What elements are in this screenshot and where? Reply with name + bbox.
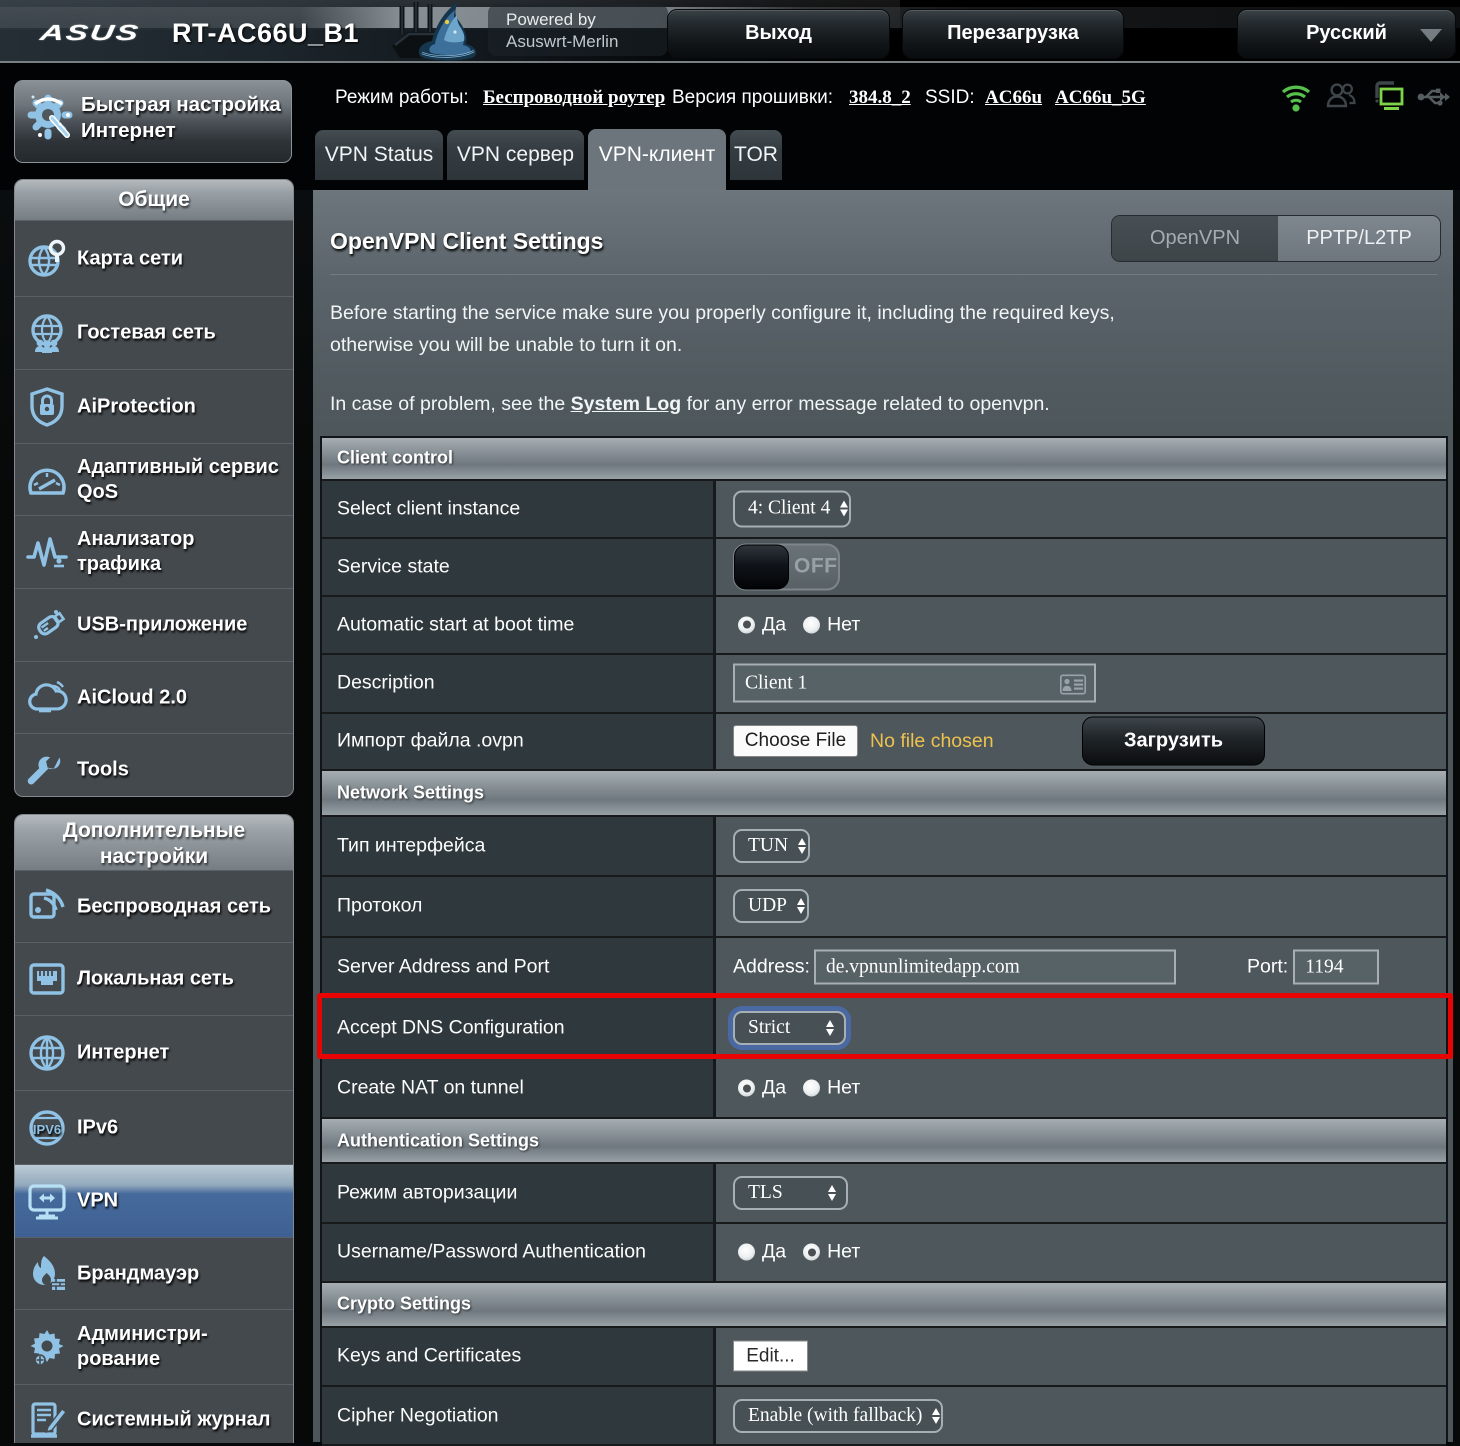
svg-text:IPV6: IPV6 (33, 1122, 61, 1137)
